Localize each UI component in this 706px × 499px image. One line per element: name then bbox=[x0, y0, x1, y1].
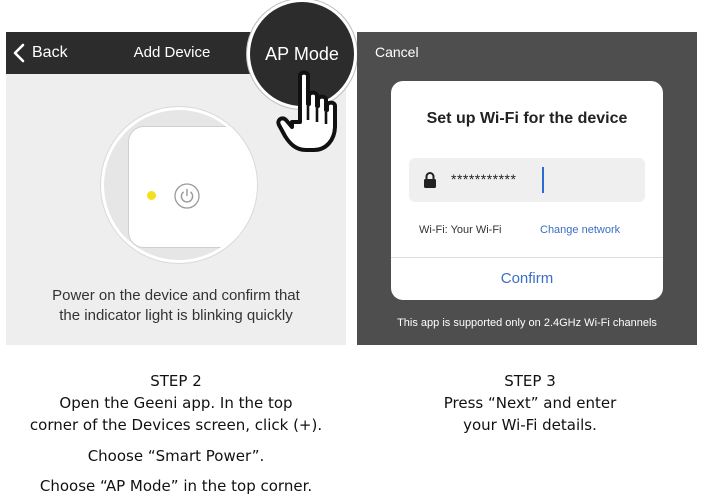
lock-icon bbox=[424, 172, 436, 188]
instruction-line-2: the indicator light is blinking quickly bbox=[59, 307, 293, 324]
step-3-line-2: your Wi-Fi details. bbox=[463, 416, 597, 434]
wifi-setup-screen: Cancel Set up Wi-Fi for the device *****… bbox=[357, 32, 697, 345]
device-instruction: Power on the device and confirm that the… bbox=[6, 286, 346, 326]
step-2-line-1: Open the Geeni app. In the top bbox=[59, 394, 293, 412]
password-value: *********** bbox=[451, 171, 517, 187]
wifi-network-label: Wi-Fi: Your Wi-Fi bbox=[419, 224, 502, 236]
confirm-button[interactable]: Confirm bbox=[391, 258, 663, 300]
step-2-caption: STEP 2 Open the Geeni app. In the top co… bbox=[0, 370, 352, 497]
nav-title: Add Device bbox=[133, 44, 211, 61]
change-network-link[interactable]: Change network bbox=[540, 224, 620, 236]
text-caret bbox=[542, 167, 544, 193]
cancel-button[interactable]: Cancel bbox=[375, 44, 419, 60]
instruction-page: Back Add Device Power on the device and … bbox=[0, 0, 706, 499]
step-2-line-2: corner of the Devices screen, click (+). bbox=[29, 416, 323, 434]
wifi-dialog: Set up Wi-Fi for the device *********** … bbox=[391, 81, 663, 300]
power-icon bbox=[174, 183, 200, 209]
ap-mode-label: AP Mode bbox=[265, 44, 339, 64]
channel-footnote: This app is supported only on 2.4GHz Wi-… bbox=[397, 317, 657, 329]
wifi-password-field[interactable]: *********** bbox=[409, 158, 645, 202]
step-3-line-1: Press “Next” and enter bbox=[443, 394, 617, 412]
step-2-line-4: Choose “AP Mode” in the top corner. bbox=[39, 477, 313, 495]
pointing-hand-icon bbox=[276, 70, 337, 152]
step-2-heading: STEP 2 bbox=[150, 372, 202, 390]
step-2-line-3: Choose “Smart Power”. bbox=[87, 447, 265, 465]
step-3-caption: STEP 3 Press “Next” and enter your Wi-Fi… bbox=[357, 370, 703, 436]
instruction-line-1: Power on the device and confirm that bbox=[52, 287, 300, 304]
step-3-heading: STEP 3 bbox=[504, 372, 556, 390]
dialog-title: Set up Wi-Fi for the device bbox=[426, 110, 628, 127]
indicator-light bbox=[147, 191, 156, 200]
